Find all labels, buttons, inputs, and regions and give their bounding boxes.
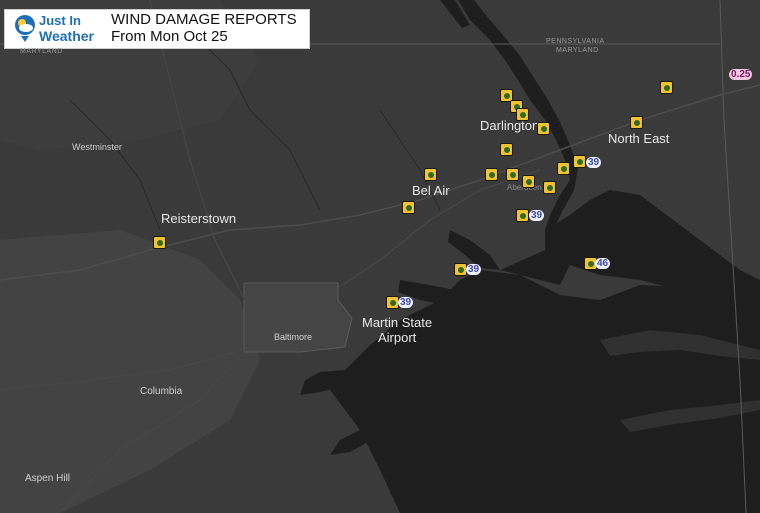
gust-label[interactable]: 39 xyxy=(466,264,482,275)
place-label-reisterstown: Reisterstown xyxy=(161,211,237,226)
wind-damage-marker-icon[interactable] xyxy=(522,175,535,188)
place-label-westminster: Westminster xyxy=(72,142,122,152)
wind-damage-marker-icon[interactable] xyxy=(506,168,519,181)
logo-text-line1: Just In xyxy=(39,13,81,28)
wind-damage-marker-icon[interactable] xyxy=(485,168,498,181)
wind-damage-marker-icon[interactable] xyxy=(402,201,415,214)
map-subtitle: From Mon Oct 25 xyxy=(111,28,228,45)
state-label-pennsylvania: PENNSYLVANIA xyxy=(546,38,605,45)
gust-label[interactable]: 39 xyxy=(398,297,414,308)
place-label-martin-state: Martin State xyxy=(362,315,433,330)
place-label-aspen-hill: Aspen Hill xyxy=(25,473,71,484)
place-label-airport: Airport xyxy=(378,330,417,345)
wind-damage-marker-icon[interactable] xyxy=(543,181,556,194)
place-label-north-east: North East xyxy=(608,131,670,146)
wind-damage-marker-icon[interactable] xyxy=(557,162,570,175)
place-label-bel-air: Bel Air xyxy=(412,183,450,198)
place-label-columbia: Columbia xyxy=(140,386,183,397)
logo: Just In Weather xyxy=(13,12,103,46)
logo-weather-icon xyxy=(15,15,35,42)
place-label-baltimore: Baltimore xyxy=(274,332,313,342)
map-title: WIND DAMAGE REPORTS xyxy=(111,11,297,28)
wind-damage-marker-icon[interactable] xyxy=(630,116,643,129)
gust-label[interactable]: 46 xyxy=(595,258,611,269)
wind-damage-marker-icon[interactable] xyxy=(516,209,529,222)
state-label-maryland-ne: MARYLAND xyxy=(556,47,599,54)
place-label-darlington: Darlington xyxy=(480,118,540,133)
logo-text-line2: Weather xyxy=(39,28,94,44)
map[interactable]: Just In Weather WIND DAMAGE REPORTS From… xyxy=(0,0,760,513)
map-header: Just In Weather WIND DAMAGE REPORTS From… xyxy=(4,9,310,49)
wind-damage-marker-icon[interactable] xyxy=(537,122,550,135)
state-label-maryland-nw: MARYLAND xyxy=(20,48,63,55)
wind-damage-marker-icon[interactable] xyxy=(500,143,513,156)
rain-total-label[interactable]: 0.25 xyxy=(729,69,753,80)
wind-damage-marker-icon[interactable] xyxy=(573,155,586,168)
wind-damage-marker-icon[interactable] xyxy=(660,81,673,94)
wind-damage-marker-icon[interactable] xyxy=(153,236,166,249)
gust-label[interactable]: 39 xyxy=(586,157,602,168)
wind-damage-marker-icon[interactable] xyxy=(424,168,437,181)
map-basemap xyxy=(0,0,760,513)
wind-damage-marker-icon[interactable] xyxy=(516,108,529,121)
gust-label[interactable]: 39 xyxy=(529,210,545,221)
